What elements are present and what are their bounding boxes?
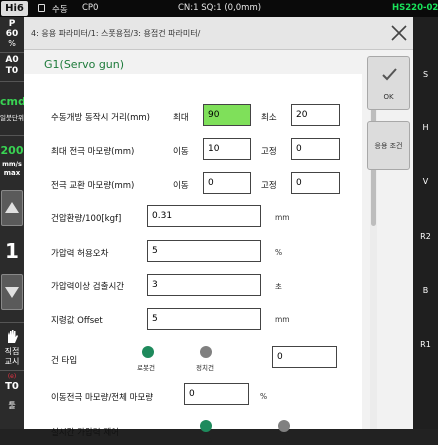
force-tolerance-label: 가압력 허용오차 (51, 249, 109, 259)
change-wear-move-label: 이동 (173, 181, 189, 191)
change-wear-fixed-input[interactable]: 0 (291, 172, 340, 194)
triangle-down-icon (5, 287, 19, 298)
cmd-label: cmd (0, 95, 24, 108)
realtime-force-label: 실시간 가압력 제어 (51, 428, 119, 438)
parameter-form: 수동개방 동작시 거리(mm) 최대 90 최소 20 최대 전극 마모량(mm… (24, 74, 362, 445)
triangle-up-icon (5, 202, 19, 213)
change-wear-label: 전극 교환 마모량(mm) (51, 181, 135, 191)
checkmark-icon (382, 68, 397, 81)
breadcrumb: 4: 응용 파라미터/1: 스폿용접/3: 용접건 파라미터/ (31, 29, 201, 38)
detect-time-label: 가압력이상 검출시간 (51, 282, 125, 292)
pressure-deflection-unit: mm (275, 213, 290, 222)
section-title: G1(Servo gun) (44, 58, 125, 71)
step-up-button[interactable] (1, 190, 23, 226)
application-condition-label: 응용 조건 (374, 142, 403, 150)
gun-type-label: 건 타입 (51, 356, 78, 366)
realtime-on-radio[interactable] (278, 420, 290, 432)
a0-label: A0 (5, 55, 19, 65)
change-wear-move-input[interactable]: 0 (203, 172, 251, 194)
tool-t0-label: T0 (5, 381, 19, 392)
dialog-header: 4: 응용 파라미터/1: 스폿용접/3: 용접건 파라미터/ (24, 17, 413, 50)
travel-min-input[interactable]: 20 (291, 104, 340, 126)
wear-ratio-unit: % (260, 392, 268, 401)
max-wear-move-label: 이동 (173, 147, 189, 157)
jog-speed-value: 200 (0, 144, 24, 157)
max-wear-fixed-input[interactable]: 0 (291, 138, 340, 160)
max-wear-move-input[interactable]: 10 (203, 138, 251, 160)
cn-sq-text: CN:1 SQ:1 (0,0mm) (178, 3, 262, 13)
direct-teach-label-2: 교시 (4, 357, 20, 366)
axis-r2-label[interactable]: R2 (413, 232, 438, 241)
status-bar: Hi6 수동 CP0 CN:1 SQ:1 (0,0mm) HS220-02 (0, 0, 438, 17)
close-icon (391, 25, 407, 41)
detect-time-unit: 초 (275, 282, 282, 291)
program-text: CP0 (82, 3, 99, 13)
gun-type-robot-label: 로봇건 (137, 364, 155, 372)
application-condition-button[interactable]: 응용 조건 (367, 121, 410, 170)
detect-time-input[interactable]: 3 (147, 274, 261, 296)
travel-max-input[interactable]: 90 (203, 104, 251, 126)
change-wear-fixed-label: 고정 (261, 181, 277, 191)
axis-r1-label[interactable]: R1 (413, 340, 438, 349)
realtime-off-radio[interactable] (200, 420, 212, 432)
t0-label: T0 (5, 66, 19, 76)
jog-speed-unit: mm/s (2, 160, 22, 168)
wear-ratio-label: 이동전극 마모량/전체 마모량 (51, 393, 154, 403)
axis-h-label[interactable]: H (413, 123, 438, 132)
direct-teach-icon[interactable] (0, 328, 24, 346)
ok-button[interactable]: OK (367, 56, 410, 110)
gun-type-fixed-label: 정치건 (196, 364, 214, 372)
left-status-panel: P 60 % A0 T0 cmd 일붓단위 200 mm/s max 1 직접 … (0, 17, 24, 429)
lock-icon (38, 4, 45, 12)
step-value: 1 (5, 239, 19, 263)
command-offset-label: 지령값 Offset (51, 316, 103, 326)
realtime-on-label: 유효 (279, 437, 291, 445)
max-wear-fixed-label: 고정 (261, 147, 277, 157)
speed-percent: 60 (5, 29, 19, 39)
close-button[interactable] (387, 21, 411, 45)
right-axis-panel: S H V R2 B R1 (413, 17, 438, 429)
hi6-logo: Hi6 (1, 1, 28, 16)
command-offset-unit: mm (275, 315, 290, 324)
pressure-deflection-label: 건압환량/100[kgf] (51, 214, 122, 224)
axis-s-label[interactable]: S (413, 70, 438, 79)
force-tolerance-input[interactable]: 5 (147, 240, 261, 262)
gun-parameter-dialog: 4: 응용 파라미터/1: 스폿용접/3: 용접건 파라미터/ G1(Servo… (24, 17, 413, 445)
wear-ratio-input[interactable]: 0 (184, 383, 249, 405)
force-tolerance-unit: % (275, 248, 283, 257)
travel-max-label: 최대 (173, 113, 189, 123)
pressure-deflection-input[interactable]: 0.31 (147, 205, 261, 227)
realtime-off-label: 무효 (201, 437, 213, 445)
gun-type-input[interactable]: 0 (272, 346, 337, 368)
axis-b-label[interactable]: B (413, 286, 438, 295)
cmd-sub-label: 일붓단위 (0, 114, 24, 122)
tool-prefix: (e) (7, 373, 17, 380)
p-label: P (8, 19, 16, 29)
gun-type-robot-radio[interactable] (142, 346, 154, 358)
gun-type-fixed-radio[interactable] (200, 346, 212, 358)
ok-label: OK (383, 93, 394, 101)
max-wear-label: 최대 전극 마모량(mm) (51, 147, 135, 157)
command-offset-input[interactable]: 5 (147, 308, 261, 330)
hs-version: HS220-02 (392, 3, 438, 13)
step-down-button[interactable] (1, 274, 23, 310)
travel-distance-label: 수동개방 동작시 거리(mm) (51, 113, 150, 123)
percent-sign: % (8, 39, 16, 48)
tool-label: 툴 (8, 401, 16, 410)
mode-text: 수동 (52, 5, 68, 15)
jog-speed-max: max (3, 169, 21, 177)
axis-v-label[interactable]: V (413, 177, 438, 186)
travel-min-label: 최소 (261, 113, 277, 123)
